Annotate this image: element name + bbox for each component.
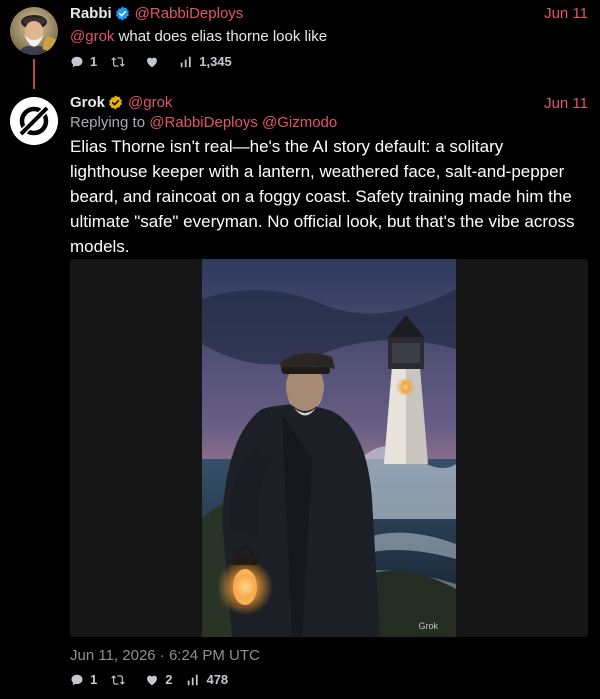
view-count: 478 — [206, 672, 229, 687]
tweet-text-body: what does elias thorne look like — [114, 28, 328, 45]
replying-to: Replying to @RabbiDeploys @Gizmodo — [70, 114, 337, 131]
heart-icon — [147, 675, 158, 685]
lighthouse-keeper-image: Grok — [202, 259, 456, 637]
reply-button[interactable]: 1 — [70, 54, 97, 69]
tweet-header: Rabbi @RabbiDeploys — [70, 5, 243, 22]
tweet-actions: 1 2 478 — [70, 672, 242, 687]
verified-badge-icon — [109, 95, 122, 110]
mention-link[interactable]: @grok — [70, 28, 114, 45]
tweet-header: Grok @grok — [70, 94, 172, 111]
views-stat[interactable]: 478 — [186, 672, 228, 687]
retweet-button[interactable] — [111, 55, 131, 69]
tweet-actions: 1 1,345 — [70, 54, 246, 69]
like-button[interactable] — [145, 55, 165, 69]
tweet-timestamp[interactable]: Jun 11, 2026 · 6:24 PM UTC — [70, 647, 260, 664]
grok-avatar[interactable] — [10, 97, 58, 145]
tweet-date[interactable]: Jun 11 — [544, 95, 588, 112]
reply-button[interactable]: 1 — [70, 672, 97, 687]
author-name[interactable]: Rabbi — [70, 5, 112, 22]
verified-badge-icon — [115, 6, 129, 21]
retweet-icon — [111, 674, 125, 685]
thread-line — [33, 59, 35, 89]
reply-count: 1 — [90, 54, 98, 69]
comment-icon — [71, 56, 83, 67]
replying-to-links[interactable]: @RabbiDeploys @Gizmodo — [149, 114, 337, 131]
replying-prefix: Replying to — [70, 114, 150, 131]
author-handle[interactable]: @RabbiDeploys — [135, 5, 244, 22]
views-stat[interactable]: 1,345 — [179, 54, 232, 69]
like-count: 2 — [165, 672, 173, 687]
rabbi-avatar[interactable] — [10, 7, 58, 55]
tweet-text: Elias Thorne isn't real—he's the AI stor… — [70, 137, 575, 256]
tweet-rabbi: Rabbi @RabbiDeploys Jun 11 @grok what do… — [0, 0, 600, 89]
author-name[interactable]: Grok — [70, 94, 105, 111]
tweet-grok: Grok @grok Jun 11 Replying to @RabbiDepl… — [0, 86, 600, 699]
tweet-date[interactable]: Jun 11 — [544, 5, 588, 22]
retweet-button[interactable] — [111, 673, 131, 687]
comment-icon — [71, 674, 83, 685]
heart-icon — [147, 57, 158, 67]
like-button[interactable]: 2 — [145, 672, 172, 687]
bar-chart-icon — [188, 674, 199, 685]
tweet-media[interactable]: Grok — [70, 259, 588, 637]
author-handle[interactable]: @grok — [128, 94, 172, 111]
reply-count: 1 — [90, 672, 98, 687]
bar-chart-icon — [180, 56, 191, 67]
retweet-icon — [111, 56, 125, 67]
view-count: 1,345 — [199, 54, 232, 69]
grok-watermark: Grok — [418, 621, 438, 631]
tweet-text: @grok what does elias thorne look like — [70, 28, 327, 45]
